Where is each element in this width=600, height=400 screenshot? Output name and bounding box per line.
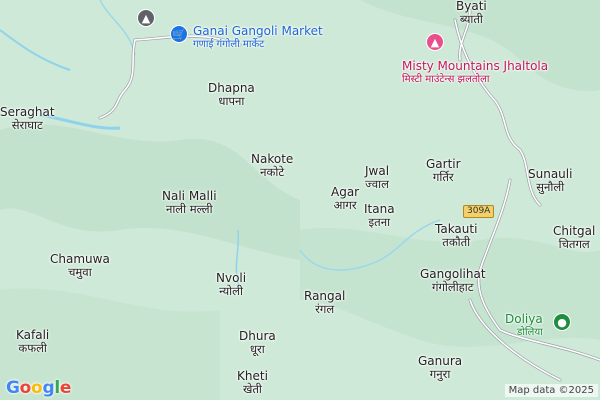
place-name-hi: रंगल [315, 302, 335, 316]
place-kheti[interactable]: Kheti खेती [237, 370, 268, 396]
place-name-hi: नाली मल्ली [165, 202, 213, 216]
place-chamuwa[interactable]: Chamuwa चमुवा [50, 253, 110, 279]
place-name-hi: न्योली [219, 284, 243, 298]
place-nakote[interactable]: Nakote नकोटे [251, 153, 293, 179]
place-agar[interactable]: Agar आगर [331, 186, 359, 212]
place-name-hi: ज्वाल [365, 177, 389, 191]
road-shield: 309A [463, 205, 495, 218]
poi-ganai-gangoli-market[interactable]: Ganai Gangoli Market गणाई गंगोली मार्केट [193, 25, 323, 51]
place-rangal[interactable]: Rangal रंगल [304, 290, 345, 316]
place-kafali[interactable]: Kafali कफली [16, 329, 49, 355]
place-itana[interactable]: Itana इतना [364, 203, 395, 229]
place-dhapna[interactable]: Dhapna धापना [208, 82, 255, 108]
place-name-hi: नकोटे [260, 165, 285, 179]
poi-label-hi: डोलिया [517, 327, 543, 338]
river [99, 0, 136, 56]
place-name-hi: आगर [333, 198, 357, 212]
place-name-hi: गर्तिर [432, 170, 454, 184]
place-nvoli[interactable]: Nvoli न्योली [216, 272, 246, 298]
place-name-hi: खेती [242, 382, 262, 396]
poi-label-en: Misty Mountains Jhaltola [402, 59, 549, 73]
poi-doliya[interactable]: Doliya डोलिया [505, 313, 543, 339]
place-takauti[interactable]: Takauti तकौती [435, 223, 477, 249]
place-name-hi: गनुरा [429, 367, 451, 381]
place-name-hi: धापना [218, 94, 245, 108]
place-name-hi: कफली [18, 341, 47, 355]
place-byati[interactable]: Byati ब्याती [456, 0, 487, 26]
poi-misty-mountains-jhaltola[interactable]: Misty Mountains Jhaltola मिस्टी माउंटेन्… [402, 60, 548, 86]
place-seraghat[interactable]: Seraghat सेराघाट [0, 106, 55, 132]
place-name-hi: सेराघाट [11, 118, 43, 132]
google-logo: Google [6, 378, 72, 398]
place-name-hi: तकौती [442, 235, 471, 249]
place-gartir[interactable]: Gartir गर्तिर [426, 158, 461, 184]
place-name-hi: धूरा [249, 342, 265, 356]
map-canvas[interactable]: ▲ 🛒 Ganai Gangoli Market गणाई गंगोली मार… [0, 0, 600, 400]
place-dhura[interactable]: Dhura धूरा [239, 330, 276, 356]
place-name-hi: चितगल [558, 237, 590, 251]
place-name-hi: चमुवा [68, 265, 92, 279]
place-name-hi: इतना [368, 215, 391, 229]
school-icon[interactable]: ▲ [137, 9, 155, 27]
place-sunauli[interactable]: Sunauli सुनौली [528, 168, 572, 194]
place-gangolihat[interactable]: Gangolihat गंगोलीहाट [420, 268, 486, 294]
map-attribution[interactable]: Map data ©2025 [504, 384, 598, 397]
road [98, 38, 137, 120]
poi-label-hi: मिस्टी माउंटेन्स झलतोला [402, 74, 490, 85]
hiking-icon[interactable]: ▲ [426, 33, 444, 51]
terrain-shade [0, 124, 300, 260]
place-nali-malli[interactable]: Nali Malli नाली मल्ली [162, 190, 217, 216]
poi-label-en: Ganai Gangoli Market [193, 24, 323, 38]
shopping-cart-icon[interactable]: 🛒 [170, 25, 188, 43]
place-name-hi: सुनौली [536, 180, 565, 194]
place-ganura[interactable]: Ganura गनुरा [418, 355, 462, 381]
poi-label-hi: गणाई गंगोली मार्केट [193, 39, 265, 50]
poi-label-en: Doliya [505, 312, 543, 326]
place-jwal[interactable]: Jwal ज्वाल [365, 165, 389, 191]
park-icon[interactable]: ● [553, 313, 571, 331]
place-chitgal[interactable]: Chitgal चितगल [553, 225, 595, 251]
place-name-hi: गंगोलीहाट [431, 280, 474, 294]
river [0, 29, 71, 71]
place-name-hi: ब्याती [459, 12, 483, 26]
